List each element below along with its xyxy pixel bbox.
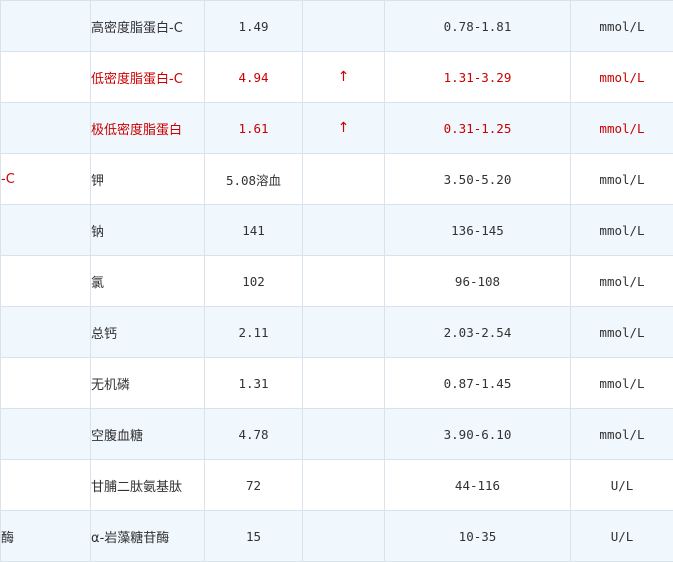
unit-cell: mmol/L [570,408,673,460]
result-value-cell: 1.31 [204,357,303,409]
reference-range-cell: 3.90-6.10 [384,408,571,460]
table-row: 空腹血糖 4.78 3.90-6.10 mmol/L [0,408,673,460]
abnormal-flag-cell [302,255,385,307]
unit-cell: mmol/L [570,204,673,256]
overflow-text-cell [0,255,91,307]
reference-range-cell: 1.31-3.29 [384,51,571,103]
overflow-text-cell: -C [0,153,91,205]
abnormal-flag-cell [302,153,385,205]
test-name-cell: 总钙 [90,306,205,358]
overflow-text-cell [0,357,91,409]
reference-range-cell: 136-145 [384,204,571,256]
overflow-text-cell [0,459,91,511]
abnormal-flag-cell [302,204,385,256]
unit-cell: mmol/L [570,102,673,154]
reference-range-cell: 0.78-1.81 [384,0,571,52]
test-name-cell: 低密度脂蛋白-C [90,51,205,103]
up-arrow-icon: ↑ [302,102,385,154]
unit-cell: mmol/L [570,255,673,307]
abnormal-flag-cell [302,408,385,460]
test-name-cell: 极低密度脂蛋白 [90,102,205,154]
table-row: 低密度脂蛋白-C 4.94 ↑ 1.31-3.29 mmol/L [0,51,673,103]
reference-range-cell: 0.87-1.45 [384,357,571,409]
result-value-cell: 72 [204,459,303,511]
table-row: 氯 102 96-108 mmol/L [0,255,673,307]
table-row: 甘脯二肽氨基肽 72 44-116 U/L [0,459,673,511]
result-value-cell: 15 [204,510,303,562]
test-name-cell: α-岩藻糖苷酶 [90,510,205,562]
test-name-cell: 空腹血糖 [90,408,205,460]
abnormal-flag-cell [302,306,385,358]
reference-range-cell: 10-35 [384,510,571,562]
table-row: 总钙 2.11 2.03-2.54 mmol/L [0,306,673,358]
result-value-cell: 5.08溶血 [204,153,303,205]
table-row: 高密度脂蛋白-C 1.49 0.78-1.81 mmol/L [0,0,673,52]
lab-results-body: 高密度脂蛋白-C 1.49 0.78-1.81 mmol/L 低密度脂蛋白-C … [0,0,673,562]
unit-cell: mmol/L [570,51,673,103]
unit-cell: U/L [570,510,673,562]
test-name-cell: 钠 [90,204,205,256]
test-name-cell: 无机磷 [90,357,205,409]
abnormal-flag-cell [302,459,385,511]
table-row: 钠 141 136-145 mmol/L [0,204,673,256]
test-name-cell: 甘脯二肽氨基肽 [90,459,205,511]
result-value-cell: 141 [204,204,303,256]
table-row: 极低密度脂蛋白 1.61 ↑ 0.31-1.25 mmol/L [0,102,673,154]
abnormal-flag-cell [302,0,385,52]
up-arrow-icon: ↑ [302,51,385,103]
unit-cell: mmol/L [570,357,673,409]
overflow-text-cell [0,0,91,52]
test-name-cell: 氯 [90,255,205,307]
reference-range-cell: 2.03-2.54 [384,306,571,358]
unit-cell: mmol/L [570,306,673,358]
unit-cell: mmol/L [570,0,673,52]
overflow-text-cell [0,102,91,154]
reference-range-cell: 44-116 [384,459,571,511]
abnormal-flag-cell [302,357,385,409]
reference-range-cell: 0.31-1.25 [384,102,571,154]
result-value-cell: 4.94 [204,51,303,103]
overflow-text-cell [0,306,91,358]
lab-results-table: 高密度脂蛋白-C 1.49 0.78-1.81 mmol/L 低密度脂蛋白-C … [0,0,673,562]
table-row: -C 钾 5.08溶血 3.50-5.20 mmol/L [0,153,673,205]
result-value-cell: 1.61 [204,102,303,154]
reference-range-cell: 96-108 [384,255,571,307]
unit-cell: mmol/L [570,153,673,205]
reference-range-cell: 3.50-5.20 [384,153,571,205]
result-value-cell: 2.11 [204,306,303,358]
abnormal-flag-cell [302,510,385,562]
overflow-text-cell: 酶 [0,510,91,562]
result-value-cell: 1.49 [204,0,303,52]
table-row: 无机磷 1.31 0.87-1.45 mmol/L [0,357,673,409]
table-row: 酶 α-岩藻糖苷酶 15 10-35 U/L [0,510,673,562]
unit-cell: U/L [570,459,673,511]
test-name-cell: 高密度脂蛋白-C [90,0,205,52]
overflow-text-cell [0,51,91,103]
result-value-cell: 4.78 [204,408,303,460]
test-name-cell: 钾 [90,153,205,205]
overflow-text-cell [0,204,91,256]
overflow-text-cell [0,408,91,460]
result-value-cell: 102 [204,255,303,307]
